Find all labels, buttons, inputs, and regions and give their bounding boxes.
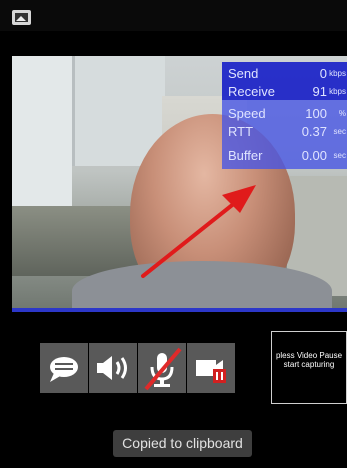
preview-line-1: pless Video Pause [275, 351, 343, 360]
speaker-icon [97, 356, 127, 380]
speaker-button[interactable] [89, 343, 137, 393]
video-camera-paused-icon [196, 360, 226, 383]
preview-line-2: start capturing [283, 360, 335, 369]
chat-button[interactable] [40, 343, 88, 393]
local-preview[interactable]: pless Video Pause start capturing [271, 331, 347, 404]
arrow-shaft [141, 200, 238, 278]
microphone-muted-icon [144, 347, 182, 391]
toast-message: Copied to clipboard [113, 430, 252, 457]
camera-button[interactable] [187, 343, 235, 393]
microphone-button[interactable] [138, 343, 186, 393]
chat-bubble-icon [50, 357, 78, 382]
call-controls [40, 343, 236, 393]
